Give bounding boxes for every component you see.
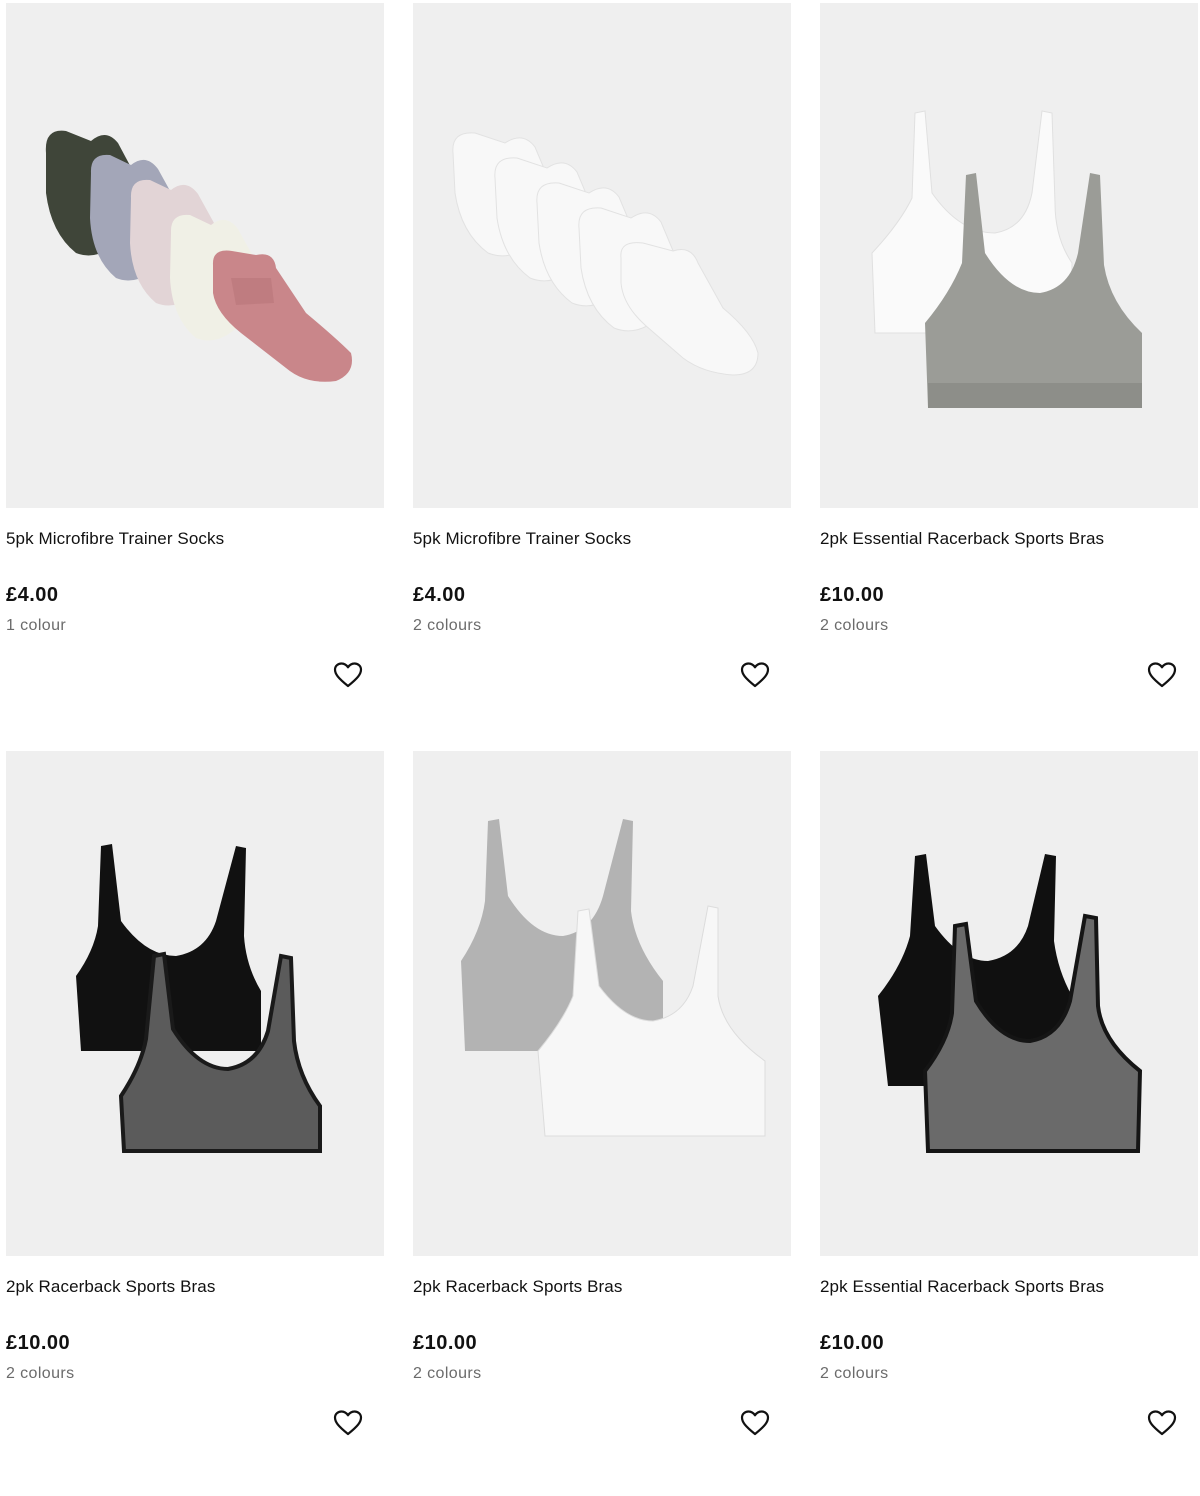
product-colour-count: 2 colours [820,1365,889,1382]
white-grey-bras-image [871,110,1142,408]
heart-icon[interactable] [1146,659,1178,691]
heart-icon[interactable] [739,659,771,691]
product-title[interactable]: 2pk Racerback Sports Bras [6,1277,215,1297]
product-price: £4.00 [6,584,59,606]
product-card[interactable]: 2pk Essential Racerback Sports Bras £10.… [820,751,1198,1496]
product-image[interactable] [413,3,791,508]
multicolour-socks-image [45,130,352,382]
product-card[interactable]: 5pk Microfibre Trainer Socks £4.00 1 col… [6,3,384,748]
heart-icon[interactable] [1146,1407,1178,1439]
product-price: £10.00 [413,1332,478,1354]
product-image[interactable] [413,751,791,1256]
product-title[interactable]: 2pk Essential Racerback Sports Bras [820,1277,1104,1297]
black-grey-bras-image [878,854,1143,1153]
product-price: £10.00 [820,584,885,606]
product-price: £10.00 [820,1332,885,1354]
product-card[interactable]: 2pk Essential Racerback Sports Bras £10.… [820,3,1198,748]
product-colour-count: 1 colour [6,617,67,634]
product-title[interactable]: 5pk Microfibre Trainer Socks [6,529,224,549]
product-title[interactable]: 5pk Microfibre Trainer Socks [413,529,631,549]
grey-white-bras-image [461,819,766,1137]
product-price: £4.00 [413,584,466,606]
heart-icon[interactable] [332,659,364,691]
heart-icon[interactable] [332,1407,364,1439]
product-image[interactable] [820,3,1198,508]
product-title[interactable]: 2pk Racerback Sports Bras [413,1277,622,1297]
product-image[interactable] [6,751,384,1256]
product-image[interactable] [6,3,384,508]
product-price: £10.00 [6,1332,71,1354]
heart-icon[interactable] [739,1407,771,1439]
product-card[interactable]: 2pk Racerback Sports Bras £10.00 2 colou… [413,751,791,1496]
product-card[interactable]: 2pk Racerback Sports Bras £10.00 2 colou… [6,751,384,1496]
product-colour-count: 2 colours [820,617,889,634]
product-image[interactable] [820,751,1198,1256]
white-socks-image [452,132,759,376]
product-colour-count: 2 colours [413,617,482,634]
product-colour-count: 2 colours [413,1365,482,1382]
black-charcoal-bras-image [76,844,322,1153]
product-card[interactable]: 5pk Microfibre Trainer Socks £4.00 2 col… [413,3,791,748]
product-grid: 5pk Microfibre Trainer Socks £4.00 1 col… [0,0,1200,1439]
product-colour-count: 2 colours [6,1365,75,1382]
product-title[interactable]: 2pk Essential Racerback Sports Bras [820,529,1104,549]
